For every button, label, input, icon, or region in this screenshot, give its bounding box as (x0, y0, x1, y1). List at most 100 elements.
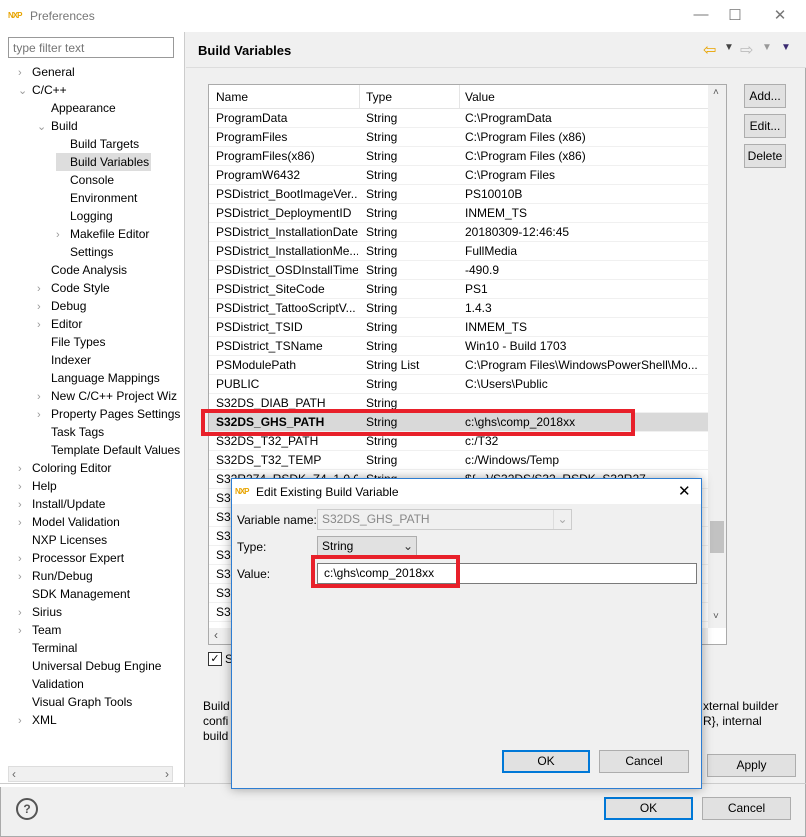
table-row[interactable]: ProgramW6432 String C:\Program Files (209, 166, 709, 185)
tree-item[interactable]: Appearance (37, 99, 118, 117)
table-row[interactable]: PSDistrict_DeploymentID String INMEM_TS (209, 204, 709, 223)
twisty-icon[interactable]: › (18, 496, 30, 514)
tree-item[interactable]: › Property Pages Settings (37, 405, 182, 423)
twisty-icon[interactable]: › (37, 388, 49, 406)
help-icon[interactable]: ? (16, 798, 38, 820)
tree-item[interactable]: Visual Graph Tools (18, 693, 134, 711)
twisty-icon[interactable]: › (18, 604, 30, 622)
tree-item[interactable]: ⌄ Build (37, 117, 80, 135)
tree-item-label: Universal Debug Engine (32, 659, 162, 673)
tree-item[interactable]: Build Targets (56, 135, 141, 153)
column-header-name[interactable]: Name (216, 85, 358, 109)
add-button[interactable]: Add... (744, 84, 786, 108)
table-vertical-scrollbar[interactable]: ˄ ˅ (708, 85, 726, 628)
tree-item[interactable]: Terminal (18, 639, 79, 657)
twisty-icon[interactable]: › (18, 460, 30, 478)
cancel-button[interactable]: Cancel (702, 797, 791, 820)
twisty-icon[interactable]: ⌄ (18, 82, 30, 100)
tree-item[interactable]: Build Variables (56, 153, 152, 171)
tree-item[interactable]: Environment (56, 189, 139, 207)
twisty-icon[interactable]: › (37, 280, 49, 298)
tree-item[interactable]: Settings (56, 243, 115, 261)
tree-item[interactable]: › Install/Update (18, 495, 107, 513)
tree-item[interactable]: Task Tags (37, 423, 106, 441)
twisty-icon[interactable]: › (18, 64, 30, 82)
table-row[interactable]: ProgramFiles String C:\Program Files (x86) (209, 128, 709, 147)
forward-history-dropdown-icon[interactable]: ▼ (762, 42, 772, 53)
tree-item[interactable]: File Types (37, 333, 107, 351)
dialog-close-button[interactable]: ✕ (678, 482, 691, 500)
scrollbar-thumb[interactable] (710, 521, 724, 553)
close-button[interactable]: ✕ (765, 6, 795, 24)
tree-item[interactable]: › XML (18, 711, 59, 729)
table-row[interactable]: PUBLIC String C:\Users\Public (209, 375, 709, 394)
tree-item[interactable]: › New C/C++ Project Wiz (37, 387, 179, 405)
tree-item[interactable]: › Makefile Editor (56, 225, 151, 243)
apply-button[interactable]: Apply (707, 754, 796, 777)
tree-item[interactable]: ⌄ C/C++ (18, 81, 69, 99)
table-row[interactable]: PSDistrict_TattooScriptV... String 1.4.3 (209, 299, 709, 318)
table-row[interactable]: PSDistrict_TSName String Win10 - Build 170… (209, 337, 709, 356)
tree-item[interactable]: Language Mappings (37, 369, 162, 387)
minimize-button[interactable]: — (686, 6, 716, 23)
twisty-icon[interactable]: › (18, 478, 30, 496)
filter-input[interactable] (8, 37, 174, 58)
twisty-icon[interactable]: › (18, 514, 30, 532)
table-row[interactable]: PSDistrict_TSID String INMEM_TS (209, 318, 709, 337)
view-menu-icon[interactable]: ▼ (781, 42, 791, 53)
tree-item[interactable]: › Team (18, 621, 63, 639)
type-select[interactable]: String ⌄ (317, 536, 417, 557)
twisty-icon[interactable]: › (18, 622, 30, 640)
dialog-ok-button[interactable]: OK (502, 750, 590, 773)
tree-item[interactable]: Template Default Values (37, 441, 182, 459)
table-row[interactable]: ProgramFiles(x86) String C:\Program Files … (209, 147, 709, 166)
table-row[interactable]: ProgramData String C:\ProgramData (209, 109, 709, 128)
dialog-cancel-button[interactable]: Cancel (599, 750, 689, 773)
twisty-icon[interactable]: › (56, 226, 68, 244)
twisty-icon[interactable]: › (18, 550, 30, 568)
show-system-variables-checkbox[interactable]: ✓ (208, 652, 222, 666)
twisty-icon[interactable]: › (18, 568, 30, 586)
back-history-dropdown-icon[interactable]: ▼ (724, 42, 734, 53)
tree-item[interactable]: › General (18, 63, 77, 81)
tree-item[interactable]: Logging (56, 207, 115, 225)
table-row[interactable]: PSDistrict_SiteCode String PS1 (209, 280, 709, 299)
twisty-icon[interactable]: › (37, 298, 49, 316)
tree-item[interactable]: › Model Validation (18, 513, 122, 531)
tree-item[interactable]: Validation (18, 675, 86, 693)
twisty-icon[interactable]: › (18, 712, 30, 730)
tree-item[interactable]: Indexer (37, 351, 93, 369)
table-row[interactable]: S32DS_T32_TEMP String c:/Windows/Temp (209, 451, 709, 470)
back-arrow-icon[interactable]: ⇦ (703, 40, 716, 60)
tree-item[interactable]: Console (56, 171, 116, 189)
tree-item[interactable]: › Sirius (18, 603, 64, 621)
table-row[interactable]: PSDistrict_InstallationMe... String FullMe… (209, 242, 709, 261)
tree-item[interactable]: › Debug (37, 297, 88, 315)
sidebar-horizontal-scrollbar[interactable]: ‹ › (8, 766, 173, 782)
edit-button[interactable]: Edit... (744, 114, 786, 138)
column-header-value[interactable]: Value (465, 85, 705, 109)
forward-arrow-icon[interactable]: ⇨ (740, 40, 753, 60)
tree-item[interactable]: › Editor (37, 315, 84, 333)
ok-button[interactable]: OK (604, 797, 693, 820)
cell-type: String (366, 244, 398, 258)
maximize-button[interactable]: ☐ (720, 6, 750, 24)
table-row[interactable]: PSDistrict_BootImageVer... String PS10010B (209, 185, 709, 204)
tree-item[interactable]: › Code Style (37, 279, 112, 297)
tree-item[interactable]: › Help (18, 477, 59, 495)
tree-item[interactable]: NXP Licenses (18, 531, 109, 549)
table-row[interactable]: PSDistrict_InstallationDate String 2018030… (209, 223, 709, 242)
tree-item[interactable]: SDK Management (18, 585, 132, 603)
twisty-icon[interactable]: ⌄ (37, 118, 49, 136)
tree-item[interactable]: › Run/Debug (18, 567, 95, 585)
delete-button[interactable]: Delete (744, 144, 786, 168)
tree-item[interactable]: › Processor Expert (18, 549, 126, 567)
twisty-icon[interactable]: › (37, 406, 49, 424)
table-row[interactable]: PSModulePath String List C:\Program Files\… (209, 356, 709, 375)
table-row[interactable]: PSDistrict_OSDInstallTime String -490.9 (209, 261, 709, 280)
tree-item[interactable]: Code Analysis (37, 261, 129, 279)
twisty-icon[interactable]: › (37, 316, 49, 334)
tree-item[interactable]: › Coloring Editor (18, 459, 113, 477)
tree-item[interactable]: Universal Debug Engine (18, 657, 163, 675)
column-header-type[interactable]: Type (366, 85, 456, 109)
